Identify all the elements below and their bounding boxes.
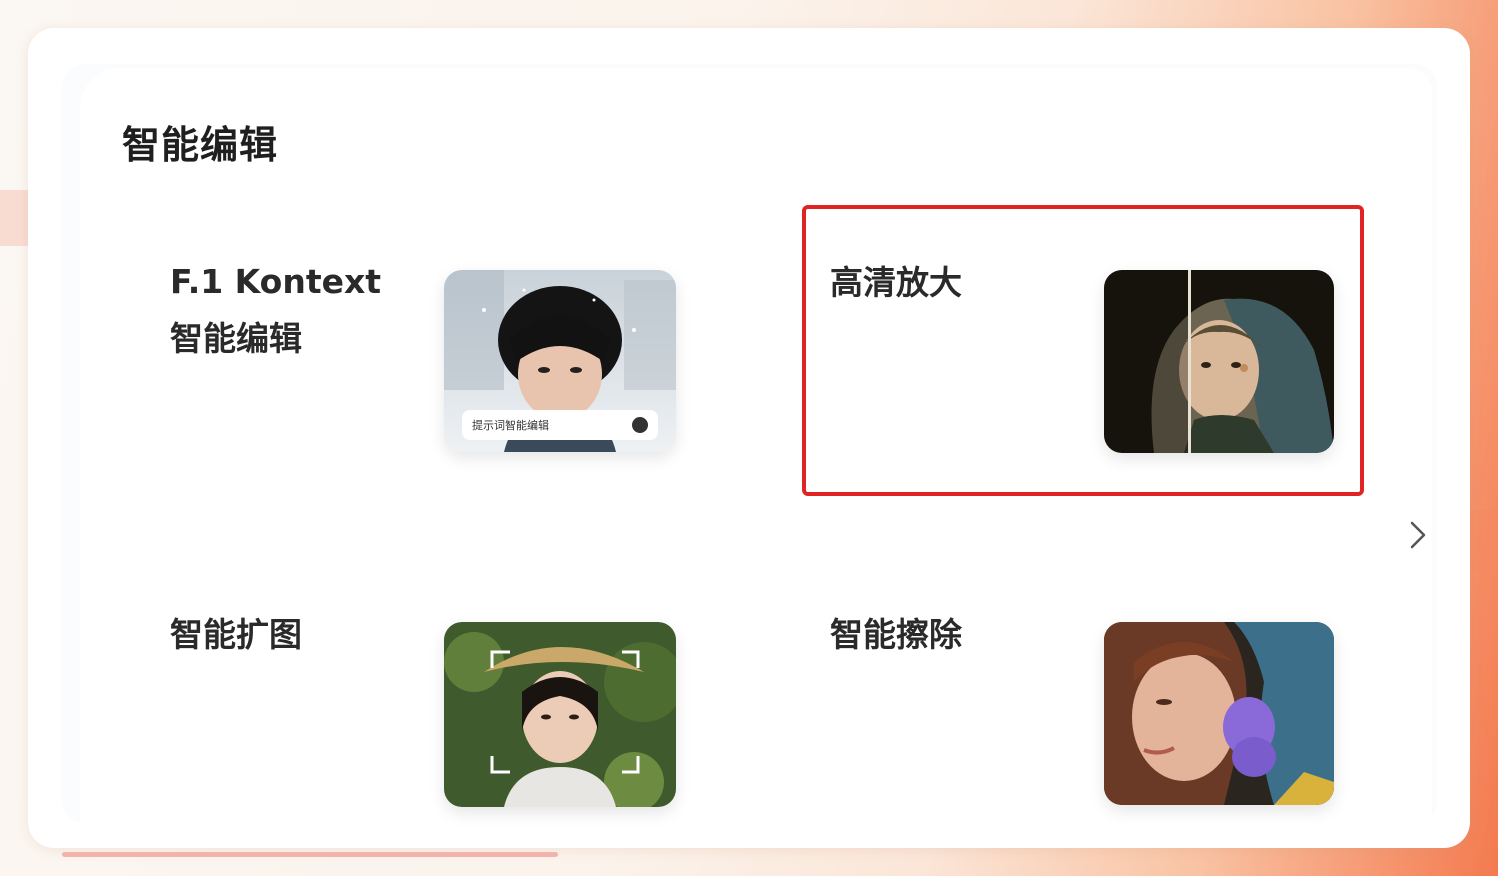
prompt-input-bar: 提示词智能编辑 (462, 410, 658, 440)
portrait-erase-image (1104, 622, 1334, 805)
card-outpaint-label: 智能扩图 (170, 615, 302, 654)
smart-edit-panel: 智能编辑 F.1 Kontext 智能编辑 提示词智能编辑 高清放大 智能扩图 … (28, 28, 1470, 848)
card-outpaint-thumbnail[interactable] (444, 622, 676, 807)
prompt-text: 提示词智能编辑 (472, 419, 549, 432)
section-title: 智能编辑 (122, 123, 279, 167)
send-icon (632, 417, 648, 433)
chevron-right-icon (1410, 521, 1426, 549)
card-kontext-label-line1: F.1 Kontext (170, 262, 382, 301)
next-page-button[interactable] (1404, 518, 1432, 552)
scroll-indicator[interactable] (62, 852, 558, 857)
portrait-hat-image (444, 622, 676, 807)
card-kontext-thumbnail[interactable]: 提示词智能编辑 (444, 270, 676, 452)
card-kontext-label: F.1 Kontext 智能编辑 (170, 253, 381, 367)
card-erase-thumbnail[interactable] (1104, 622, 1334, 805)
card-kontext-label-line2: 智能编辑 (170, 319, 302, 358)
card-erase-label: 智能擦除 (830, 615, 962, 654)
selection-highlight (802, 205, 1364, 496)
